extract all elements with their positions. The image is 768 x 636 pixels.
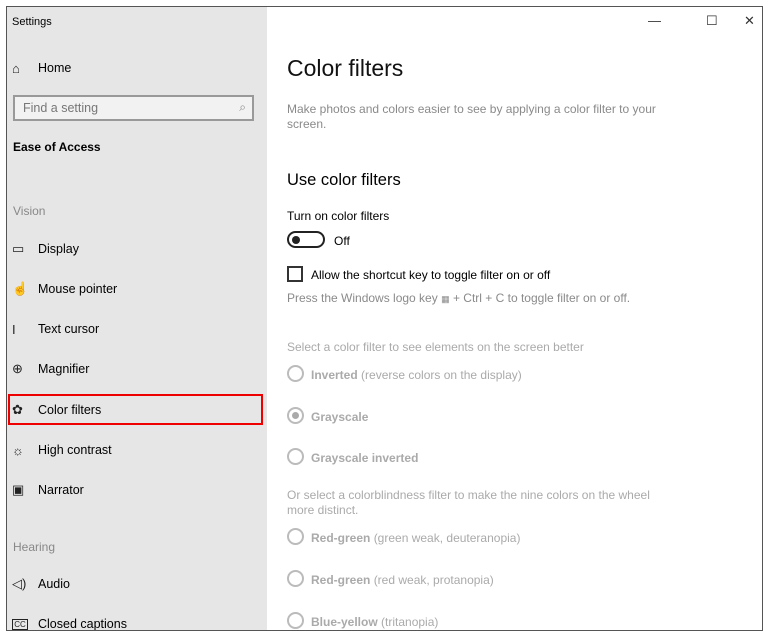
label-protanopia: Red-green (red weak, protanopia) (311, 573, 494, 587)
item-label: Closed captions (38, 617, 127, 631)
sidebar-home[interactable]: ⌂ Home (12, 58, 71, 78)
filter-name: Red-green (311, 531, 371, 545)
sidebar-item-closed-captions[interactable]: CC Closed captions (12, 614, 127, 631)
speaker-icon: ◁) (12, 576, 27, 591)
label-tritanopia: Blue-yellow (tritanopia) (311, 615, 438, 629)
sun-icon: ☼ (12, 442, 24, 458)
display-icon: ▭ (12, 241, 25, 256)
label-inverted: Inverted (reverse colors on the display) (311, 368, 522, 382)
text-cursor-icon: I (12, 321, 16, 337)
toggle-label: Turn on color filters (287, 209, 390, 223)
item-label: Color filters (38, 403, 102, 417)
windows-logo-icon: ▦ (441, 294, 450, 304)
label-deuteranopia: Red-green (green weak, deuteranopia) (311, 531, 520, 545)
radio-tritanopia[interactable] (287, 612, 304, 629)
narrator-icon: ▣ (12, 482, 25, 497)
filter-detail: (green weak, deuteranopia) (373, 531, 521, 545)
cc-icon: CC (12, 618, 28, 630)
page-title: Color filters (287, 55, 404, 81)
filter-name: Inverted (311, 368, 358, 382)
color-filters-toggle[interactable] (287, 231, 325, 248)
palette-icon: ✿ (12, 402, 23, 417)
shortcut-checkbox[interactable] (287, 266, 303, 282)
radio-deuteranopia[interactable] (287, 528, 304, 545)
shortcut-label: Allow the shortcut key to toggle filter … (311, 268, 551, 282)
sidebar-item-mouse-pointer[interactable]: ☝ Mouse pointer (12, 279, 117, 299)
group-vision: Vision (13, 204, 46, 218)
sidebar-item-text-cursor[interactable]: I Text cursor (12, 319, 99, 339)
sidebar-item-color-filters[interactable]: ✿ Color filters (12, 400, 101, 420)
sidebar-item-narrator[interactable]: ▣ Narrator (12, 480, 84, 500)
item-label: Mouse pointer (38, 282, 118, 296)
filter-detail: (tritanopia) (381, 615, 439, 629)
group-hearing: Hearing (13, 540, 56, 554)
colorblind-prompt: Or select a colorblindness filter to mak… (287, 488, 650, 517)
item-label: Audio (38, 577, 70, 591)
settings-window: Settings ⌂ Home Find a setting ⌕ Ease of A… (6, 6, 763, 631)
radio-grayscale[interactable] (287, 407, 304, 424)
home-label: Home (38, 61, 72, 75)
label-grayscale: Grayscale (311, 410, 368, 424)
item-label: Text cursor (38, 322, 100, 336)
filter-detail: (reverse colors on the display) (361, 368, 522, 382)
main-content: Color filters Make photos and colors eas… (287, 7, 762, 630)
page-description: Make photos and colors easier to see by … (287, 102, 656, 131)
hint-pre: Press the Windows logo key (287, 291, 438, 305)
filter-name: Grayscale (311, 410, 369, 424)
filter-name: Blue-yellow (311, 615, 378, 629)
filter-prompt: Select a color filter to see elements on… (287, 340, 584, 354)
sidebar-item-audio[interactable]: ◁) Audio (12, 574, 70, 594)
magnifier-icon: ⊕ (12, 361, 23, 376)
filter-name: Grayscale inverted (311, 451, 419, 465)
mouse-pointer-icon: ☝ (12, 281, 29, 296)
sidebar: Settings ⌂ Home Find a setting ⌕ Ease of A… (7, 7, 267, 630)
filter-detail: (red weak, protanopia) (373, 573, 494, 587)
sidebar-item-display[interactable]: ▭ Display (12, 239, 79, 259)
search-icon: ⌕ (239, 100, 246, 114)
app-title: Settings (12, 16, 52, 28)
filter-name: Red-green (311, 573, 371, 587)
sidebar-item-high-contrast[interactable]: ☼ High contrast (12, 440, 112, 460)
section-title: Ease of Access (13, 140, 101, 154)
item-label: Display (38, 242, 79, 256)
home-icon: ⌂ (12, 60, 20, 76)
item-label: High contrast (38, 443, 112, 457)
search-input[interactable]: Find a setting ⌕ (13, 95, 254, 121)
radio-inverted[interactable] (287, 365, 304, 382)
sidebar-item-magnifier[interactable]: ⊕ Magnifier (12, 359, 89, 379)
radio-grayscale-inverted[interactable] (287, 448, 304, 465)
search-placeholder: Find a setting (23, 101, 99, 115)
item-label: Magnifier (38, 362, 90, 376)
toggle-state: Off (334, 234, 350, 248)
shortcut-hint: Press the Windows logo key ▦ + Ctrl + C … (287, 291, 630, 305)
section-heading: Use color filters (287, 171, 401, 189)
item-label: Narrator (38, 483, 84, 497)
radio-protanopia[interactable] (287, 570, 304, 587)
hint-post: + Ctrl + C to toggle filter on or off. (452, 291, 631, 305)
label-grayscale-inverted: Grayscale inverted (311, 451, 418, 465)
